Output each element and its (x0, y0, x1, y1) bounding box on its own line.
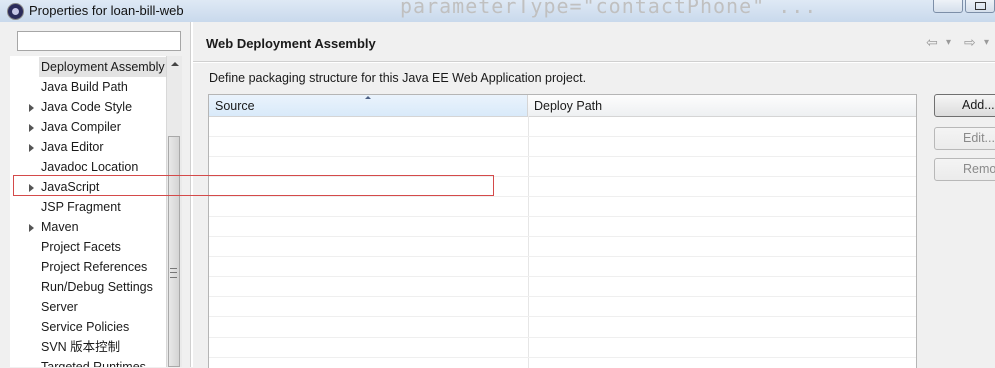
table-row[interactable]: /target/m2e-wtp/web-resources/ (209, 197, 916, 217)
table-row[interactable]: /src/main/webapp/ (209, 157, 916, 177)
sidebar-item-label: JSP Fragment (41, 200, 121, 214)
empty-row (209, 317, 916, 338)
forward-menu-icon[interactable]: ▾ (984, 37, 989, 48)
sidebar-item[interactable]: Javadoc Location (10, 157, 166, 177)
sidebar-item-label: Server (41, 300, 78, 314)
sidebar-item[interactable]: Server (10, 297, 166, 317)
sidebar-item[interactable]: Java Compiler (10, 117, 166, 137)
page-title: Web Deployment Assembly (206, 36, 376, 51)
highlight-annotation (13, 175, 494, 196)
edit-button[interactable]: Edit... (934, 127, 995, 150)
scrollbar-grip-icon (170, 268, 177, 278)
expand-arrow-icon[interactable] (29, 104, 34, 112)
scroll-up-icon[interactable] (171, 62, 179, 66)
table-row[interactable]: loan-bill-web (209, 277, 916, 297)
sidebar-item[interactable]: Run/Debug Settings (10, 277, 166, 297)
add-button[interactable]: Add... (934, 94, 995, 117)
sidebar-item-label: Javadoc Location (41, 160, 139, 174)
sidebar-item-label: Java Code Style (41, 100, 133, 114)
deployment-assembly-table: Source Deploy Path /src/main/javaWEB-INF… (208, 94, 917, 368)
sidebar-item-label: Service Policies (41, 320, 130, 334)
scrollbar-thumb[interactable] (168, 136, 180, 367)
title-bar: Properties for loan-bill-web parameterTy… (0, 0, 995, 22)
sidebar-item[interactable]: Java Editor (10, 137, 166, 157)
sidebar-item[interactable]: Java Code Style (10, 97, 166, 117)
expand-arrow-icon[interactable] (29, 144, 34, 152)
sidebar-item-label: Deployment Assembly (39, 57, 166, 77)
sidebar-item[interactable]: Java Build Path (10, 77, 166, 97)
sidebar-item-label: Maven (41, 220, 79, 234)
sidebar-item-label: Java Build Path (41, 80, 128, 94)
empty-row (209, 357, 916, 368)
empty-row (209, 337, 916, 358)
table-row[interactable]: /src/main/resourcesWEB-INF/classes (209, 137, 916, 157)
eclipse-icon (7, 3, 24, 20)
sidebar-item-label: Targeted Runtimes (41, 360, 146, 367)
expand-arrow-icon[interactable] (29, 124, 34, 132)
header-separator-light (193, 62, 995, 63)
maximize-icon (975, 2, 986, 10)
sidebar-item[interactable]: Project References (10, 257, 166, 277)
maximize-button[interactable] (965, 0, 995, 13)
table-header: Source Deploy Path (209, 95, 916, 117)
table-row[interactable]: d:/LemonTech/Maven/libs/com/ahs/loan-pub… (209, 237, 916, 257)
sort-ascending-icon (365, 96, 371, 99)
page-navigation: ⇦ ▾ ⇨ ▾ (926, 34, 995, 52)
sidebar-item-label: Java Compiler (41, 120, 121, 134)
background-code-text: parameterType="contactPhone" ... (400, 0, 818, 18)
sidebar-item[interactable]: Targeted Runtimes (10, 357, 166, 367)
sidebar-item-label: Java Editor (41, 140, 104, 154)
back-menu-icon[interactable]: ▾ (946, 37, 951, 48)
table-row[interactable]: d:/LemonTech/Maven/libs/com/ahs/system-p… (209, 257, 916, 277)
filter-input[interactable] (17, 31, 181, 51)
expand-arrow-icon[interactable] (29, 224, 34, 232)
page-description: Define packaging structure for this Java… (209, 71, 587, 85)
sidebar-item[interactable]: Project Facets (10, 237, 166, 257)
minimize-button[interactable] (933, 0, 963, 13)
sidebar-item-label: SVN 版本控制 (41, 340, 121, 354)
property-page-tree: Deployment Assembly Java Build Path Java C… (10, 56, 166, 367)
table-row[interactable]: Maven DependenciesWEB-INF/lib (209, 297, 916, 317)
table-row[interactable]: /src/main/javaWEB-INF/classes (209, 117, 916, 137)
window-controls (931, 0, 995, 13)
sidebar-item[interactable]: Deployment Assembly (10, 57, 166, 77)
sidebar-item-label: Project Facets (41, 240, 121, 254)
back-arrow-icon[interactable]: ⇦ (926, 34, 938, 51)
sidebar-item[interactable]: Maven (10, 217, 166, 237)
column-header-deploy-path[interactable]: Deploy Path (528, 95, 916, 116)
table-row[interactable]: d:/LemonTech/Maven/libs/com/ahs/core-web… (209, 217, 916, 237)
sidebar-item[interactable]: JSP Fragment (10, 197, 166, 217)
sidebar-item[interactable]: SVN 版本控制 (10, 337, 166, 357)
window-title: Properties for loan-bill-web (29, 3, 184, 18)
remove-button[interactable]: Remove (934, 158, 995, 181)
tree-scrollbar[interactable] (166, 56, 182, 367)
forward-arrow-icon[interactable]: ⇨ (964, 34, 976, 51)
sidebar-item-label: Project References (41, 260, 148, 274)
sidebar-item[interactable]: Service Policies (10, 317, 166, 337)
sidebar-item-label: Run/Debug Settings (41, 280, 153, 294)
